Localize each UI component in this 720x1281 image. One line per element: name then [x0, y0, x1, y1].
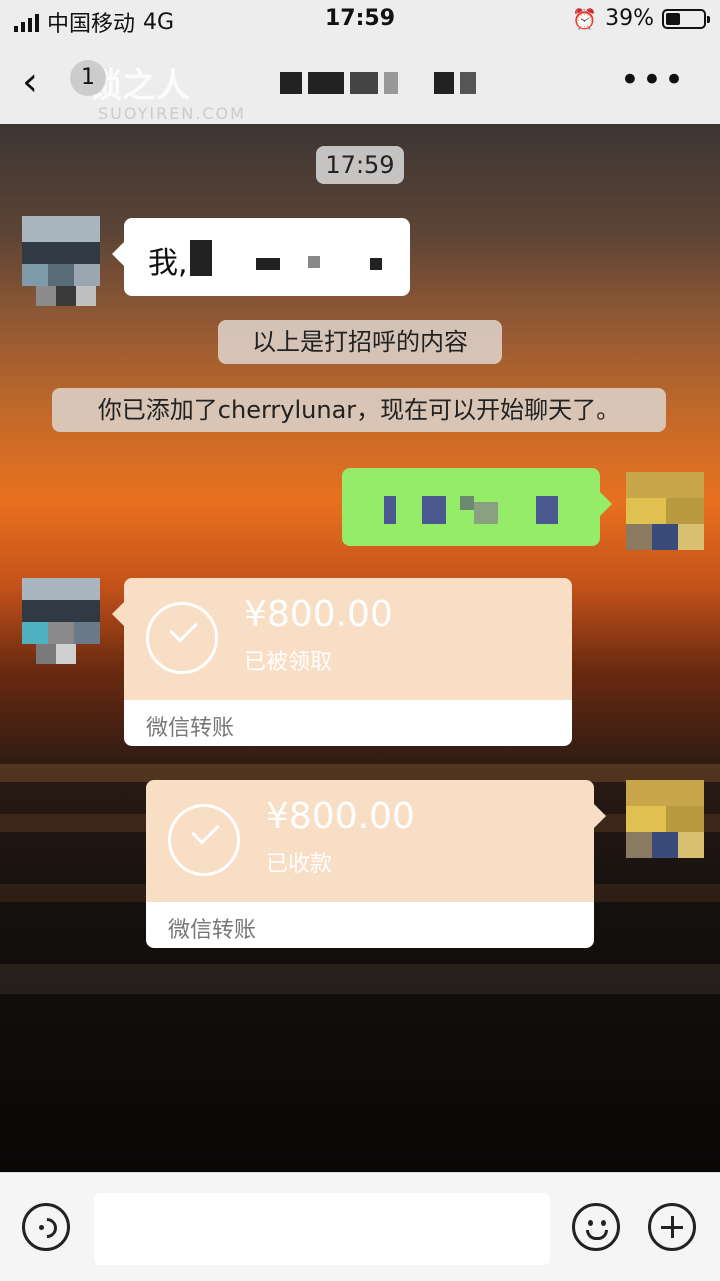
contact-avatar[interactable] — [22, 578, 100, 668]
transfer-amount: ¥800.00 — [244, 594, 393, 635]
watermark-en: SUOYIREN.COM — [98, 104, 246, 123]
incoming-message-text: 我, — [148, 246, 188, 281]
transfer-card-collected[interactable]: ¥800.00 已收款 微信转账 — [146, 780, 594, 948]
incoming-message-bubble[interactable]: 我, — [112, 218, 410, 296]
chat-area[interactable]: 17:59 我, 以上是打招呼的内容 你已添加了cherrylunar，现在可以… — [0, 124, 720, 1172]
transfer-label: 微信转账 — [168, 918, 257, 943]
check-circle-icon — [168, 804, 240, 876]
contact-avatar[interactable] — [22, 216, 100, 306]
chevron-left-icon[interactable]: ‹ — [22, 60, 70, 108]
alarm-icon: ⏰ — [572, 6, 598, 31]
unread-badge[interactable]: 1 — [70, 60, 106, 96]
plus-icon[interactable] — [648, 1203, 696, 1251]
transfer-label: 微信转账 — [146, 716, 235, 741]
emoji-icon[interactable] — [572, 1203, 620, 1251]
more-options-button[interactable]: ••• — [620, 60, 686, 100]
status-bar: 中国移动 4G 17:59 ⏰ 39% — [0, 0, 720, 40]
status-right: ⏰ 39% — [572, 6, 710, 31]
my-avatar[interactable] — [626, 472, 704, 562]
transfer-status: 已被领取 — [244, 650, 333, 675]
greeting-notice: 以上是打招呼的内容 — [218, 320, 502, 364]
transfer-card-received-by-me[interactable]: ¥800.00 已被领取 微信转账 — [124, 578, 572, 746]
battery-icon — [662, 8, 710, 29]
my-avatar[interactable] — [626, 780, 704, 870]
input-bar — [0, 1172, 720, 1281]
chat-timestamp: 17:59 — [316, 146, 404, 184]
transfer-amount: ¥800.00 — [266, 796, 415, 837]
voice-input-icon[interactable] — [22, 1203, 70, 1251]
outgoing-message-bubble[interactable] — [342, 468, 612, 546]
chat-title-redacted — [280, 72, 476, 94]
check-circle-icon — [146, 602, 218, 674]
message-input[interactable] — [94, 1193, 550, 1265]
contact-added-notice: 你已添加了cherrylunar，现在可以开始聊天了。 — [52, 388, 666, 432]
chat-header: 锁之人 SUOYIREN.COM ‹ 1 ••• — [0, 40, 720, 124]
battery-percent: 39% — [605, 6, 654, 31]
transfer-status: 已收款 — [266, 852, 333, 877]
